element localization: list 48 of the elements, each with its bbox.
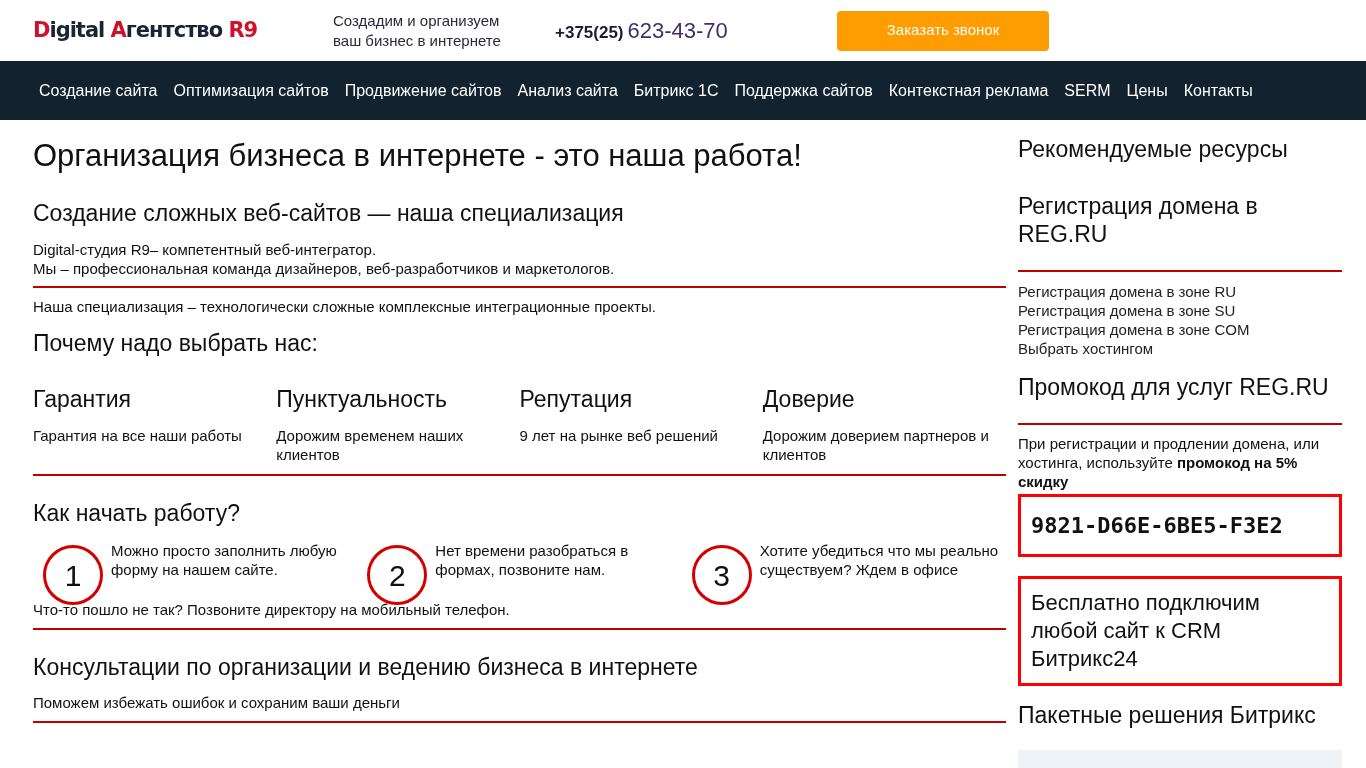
feature-text: Дорожим временем наших клиентов [276, 426, 465, 464]
feature-text: Гарантия на все наши работы [33, 426, 243, 445]
sidebar-heading: Пакетные решения Битрикс [1018, 701, 1317, 730]
body-text: Наша специализация – технологически сложные комплексные интеграционные проекты. [33, 297, 657, 316]
section-heading: Консультации по организации и ведению бизнеса в интернете [33, 653, 699, 682]
phone-number: 623-43-70 [627, 17, 728, 45]
promo-text: При регистрации и продлении домена, или хостинга, используйте промокод на 5% скидку [1018, 434, 1321, 491]
nav-link[interactable]: Битрикс 1С [633, 78, 719, 103]
crm-banner[interactable]: Бесплатно подключим любой сайт к CRM Битрикс24 [1018, 576, 1342, 686]
sidebar-heading: Промокод для услуг REG.RU [1018, 373, 1330, 402]
section-heading: Создание сложных веб-сайтов — наша специализация [33, 199, 625, 228]
nav-link[interactable]: Контакты [1183, 78, 1253, 103]
feature-title: Доверие [762, 385, 856, 414]
section-heading: Почему надо выбрать нас: [33, 329, 319, 358]
nav-link[interactable]: Поддержка сайтов [734, 78, 873, 103]
feature-title: Репутация [519, 385, 634, 414]
logo[interactable]: Digital Агентство R9 [33, 14, 333, 47]
step-text: Нет времени разобраться в формах, позвоните нам. [435, 541, 630, 580]
nav-link[interactable]: Создание сайта [39, 78, 158, 103]
nav-link[interactable]: Цены [1126, 78, 1168, 103]
body-text: Мы – профессиональная команда дизайнеров, веб-разработчиков и маркетологов. [33, 259, 616, 278]
feature-text: Дорожим доверием партнеров и клиентов [762, 426, 990, 464]
body-text: Digital-студия R9– компетентный веб-интегратор. [33, 240, 378, 259]
nav-link[interactable]: Оптимизация сайтов [173, 78, 329, 103]
promo-code: 9821-D66E-6BE5-F3E2 [1018, 494, 1342, 557]
tagline: ваш бизнес в интернете [333, 30, 502, 51]
resource-link[interactable]: Выбрать хостингом [1018, 339, 1342, 358]
nav-link[interactable]: SERM [1064, 78, 1111, 103]
step-number: 3 [691, 545, 752, 605]
nav-link[interactable]: Продвижение сайтов [344, 78, 502, 103]
sidebar-title: Рекомендуемые ресурсы [1018, 135, 1289, 164]
resource-link[interactable]: Регистрация домена в зоне COM [1018, 320, 1342, 339]
resource-link[interactable]: Регистрация домена в зоне RU [1018, 282, 1342, 301]
body-text: Поможем избежать ошибок и сохраним ваши деньги [33, 693, 401, 712]
tagline: Создадим и организуем [333, 10, 501, 31]
feature-text: 9 лет на рынке веб решений [519, 426, 719, 445]
step-number: 1 [43, 545, 103, 605]
page-title: Организация бизнеса в интернете - это наша работа! [33, 138, 803, 174]
sidebar-heading: Регистрация домена в REG.RU [1018, 192, 1259, 248]
step-text: Хотите убедиться что мы реально существуем? Ждем в офисе [759, 541, 1000, 580]
feature-title: Гарантия [33, 385, 133, 414]
phone-prefix: +375(25) [555, 22, 624, 44]
nav-link[interactable]: Анализ сайта [517, 78, 618, 103]
section-heading: Как начать работу? [33, 499, 241, 528]
step-text: Можно просто заполнить любую форму на нашем сайте. [111, 541, 338, 580]
feature-title: Пунктуальность [276, 385, 449, 414]
resource-link[interactable]: Регистрация домена в зоне SU [1018, 301, 1342, 320]
nav-link[interactable]: Контекстная реклама [888, 78, 1049, 103]
